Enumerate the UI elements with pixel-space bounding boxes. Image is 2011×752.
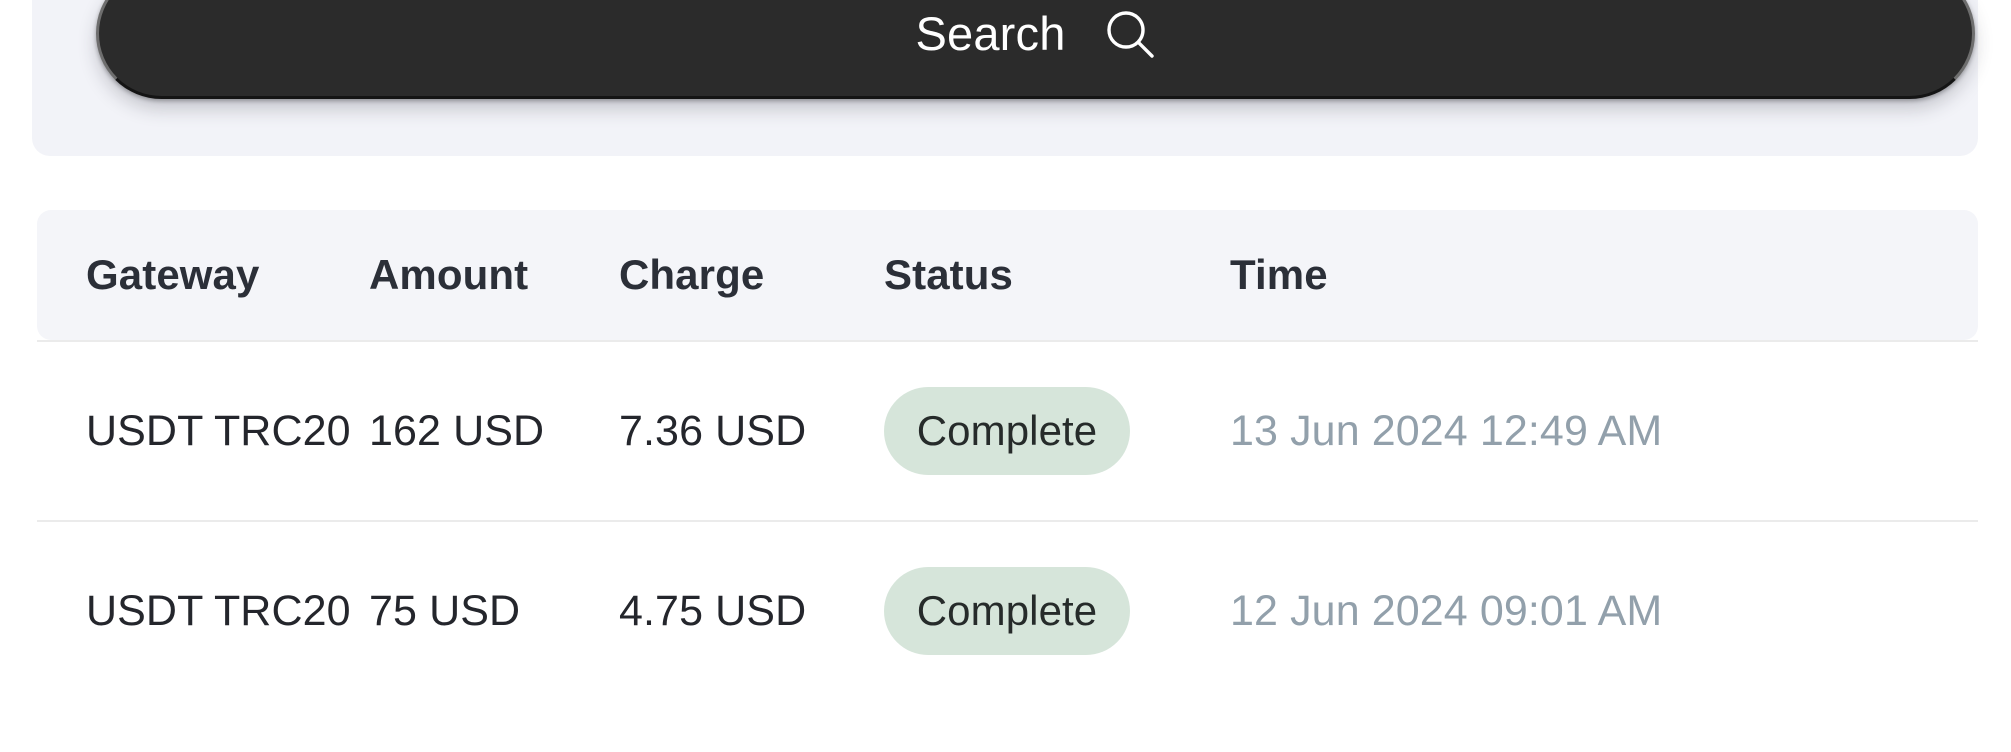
cell-status: Complete [884,387,1230,475]
search-button[interactable]: Search [96,0,1975,99]
cell-amount: 75 USD [369,586,521,635]
table-row[interactable]: USDT TRC20 75 USD 4.75 USD Complete 12 J… [37,520,1978,700]
cell-charge: 4.75 USD [619,586,807,635]
cell-amount: 162 USD [369,406,545,455]
cell-charge: 7.36 USD [619,406,807,455]
cell-gateway: USDT TRC20 [86,586,351,635]
column-header-status: Status [884,251,1013,298]
table-row[interactable]: USDT TRC20 162 USD 7.36 USD Complete 13 … [37,340,1978,520]
transactions-table: Gateway Amount Charge Status Time USDT T… [37,210,1978,700]
column-header-amount: Amount [369,251,529,298]
search-icon[interactable] [1104,8,1156,60]
column-header-charge: Charge [619,251,765,298]
column-header-gateway: Gateway [86,251,260,298]
cell-status: Complete [884,567,1230,655]
status-badge: Complete [884,567,1130,655]
cell-time: 13 Jun 2024 12:49 AM [1230,406,1663,455]
search-label: Search [915,7,1066,60]
cell-gateway: USDT TRC20 [86,406,351,455]
table-header-row: Gateway Amount Charge Status Time [37,210,1978,340]
search-panel: Search [32,0,1978,156]
cell-time: 12 Jun 2024 09:01 AM [1230,586,1663,635]
column-header-time: Time [1230,251,1328,298]
status-badge: Complete [884,387,1130,475]
transactions-page: Search Gateway Amount Charge Status Time… [0,0,2011,752]
